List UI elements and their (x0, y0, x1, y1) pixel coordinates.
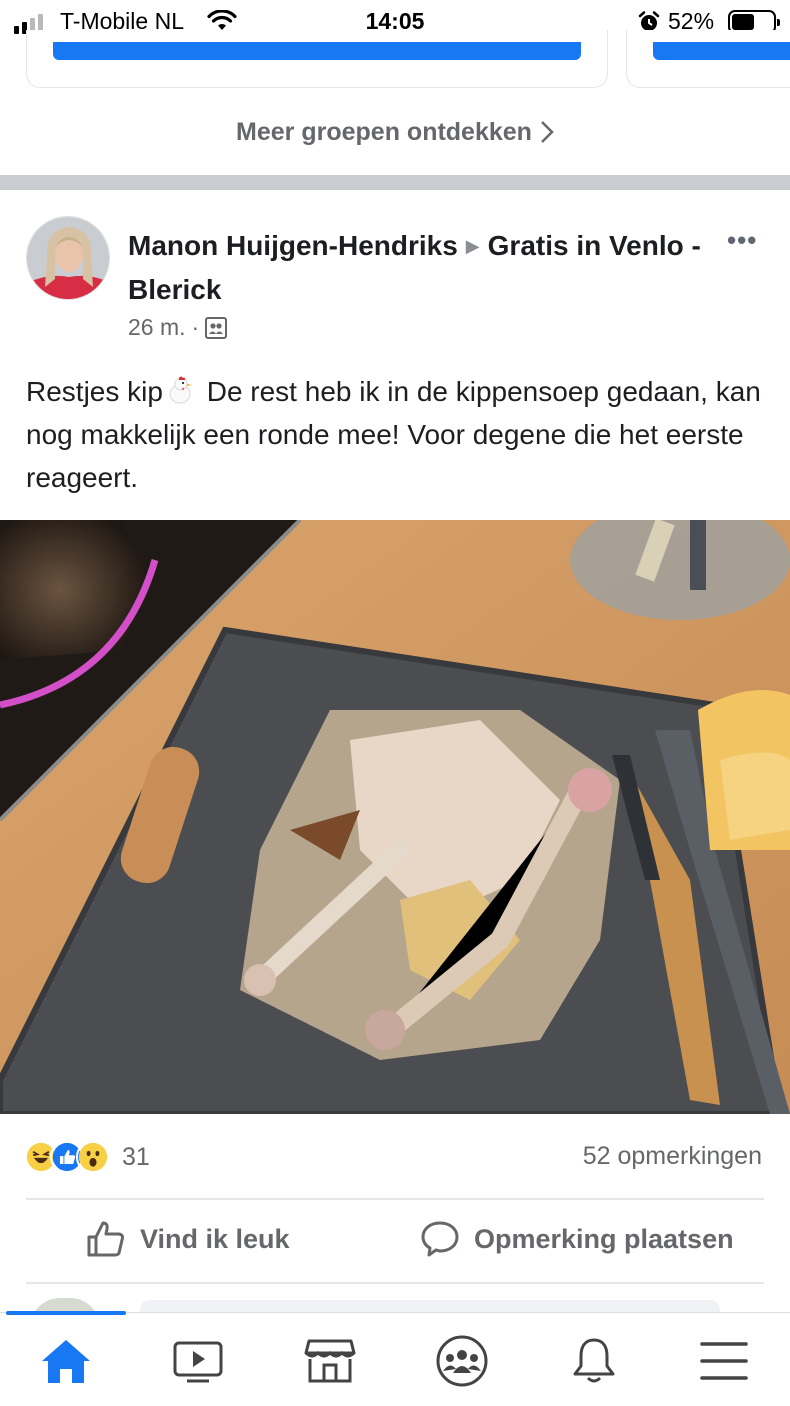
avatar[interactable] (26, 216, 110, 300)
like-label: Vind ik leuk (140, 1223, 290, 1254)
comment-bubble-icon (421, 1221, 459, 1257)
group-icon (205, 316, 228, 339)
post-text-start: Restjes kip (26, 376, 163, 407)
like-button[interactable]: Vind ik leuk (86, 1220, 290, 1258)
chicken-emoji-icon (169, 376, 192, 404)
group-suggestion-card[interactable] (26, 30, 608, 88)
post-photo[interactable] (0, 520, 790, 1114)
join-group-button[interactable] (653, 42, 790, 60)
comment-count[interactable]: 52 opmerkingen (583, 1142, 762, 1171)
discover-more-groups-link[interactable]: Meer groepen ontdekken (0, 112, 790, 152)
wow-reaction-icon (76, 1140, 110, 1174)
nav-watch[interactable] (168, 1333, 228, 1389)
chevron-right-icon (541, 121, 554, 143)
nav-notifications[interactable] (564, 1333, 624, 1389)
post-time[interactable]: 26 m. (128, 314, 186, 341)
video-icon (173, 1341, 223, 1383)
divider (26, 1282, 764, 1284)
feed-divider (0, 175, 790, 190)
nav-menu[interactable] (694, 1333, 754, 1389)
discover-more-groups-label: Meer groepen ontdekken (236, 117, 532, 146)
post-author-line: Manon Huijgen-Hendriks ▶ Gratis in Venlo -… (128, 224, 708, 311)
divider (26, 1198, 764, 1200)
post-text: Restjes kip De rest heb ik in de kippens… (26, 370, 766, 499)
hamburger-menu-icon (700, 1342, 748, 1380)
group-suggestion-card[interactable] (626, 30, 790, 88)
bottom-navigation (0, 1311, 790, 1406)
thumbs-up-icon (87, 1221, 125, 1257)
reaction-count: 31 (122, 1142, 150, 1171)
triangle-right-icon: ▶ (465, 236, 480, 256)
comment-button[interactable]: Opmerking plaatsen (420, 1220, 734, 1258)
nav-marketplace[interactable] (300, 1333, 360, 1389)
active-tab-indicator (6, 1311, 126, 1315)
reactions-summary[interactable]: 31 (24, 1140, 150, 1174)
nav-home[interactable] (36, 1333, 96, 1389)
meta-separator: · (191, 314, 200, 340)
comment-label: Opmerking plaatsen (474, 1223, 734, 1254)
bell-icon (573, 1338, 615, 1383)
groups-icon (436, 1335, 488, 1387)
author-name[interactable]: Manon Huijgen-Hendriks (128, 230, 458, 261)
nav-groups[interactable] (432, 1333, 492, 1389)
join-group-button[interactable] (53, 42, 581, 60)
more-options-icon[interactable]: ••• (727, 225, 757, 256)
marketplace-icon (304, 1339, 356, 1383)
post-meta: 26 m. · (128, 314, 228, 341)
home-icon (42, 1340, 90, 1383)
